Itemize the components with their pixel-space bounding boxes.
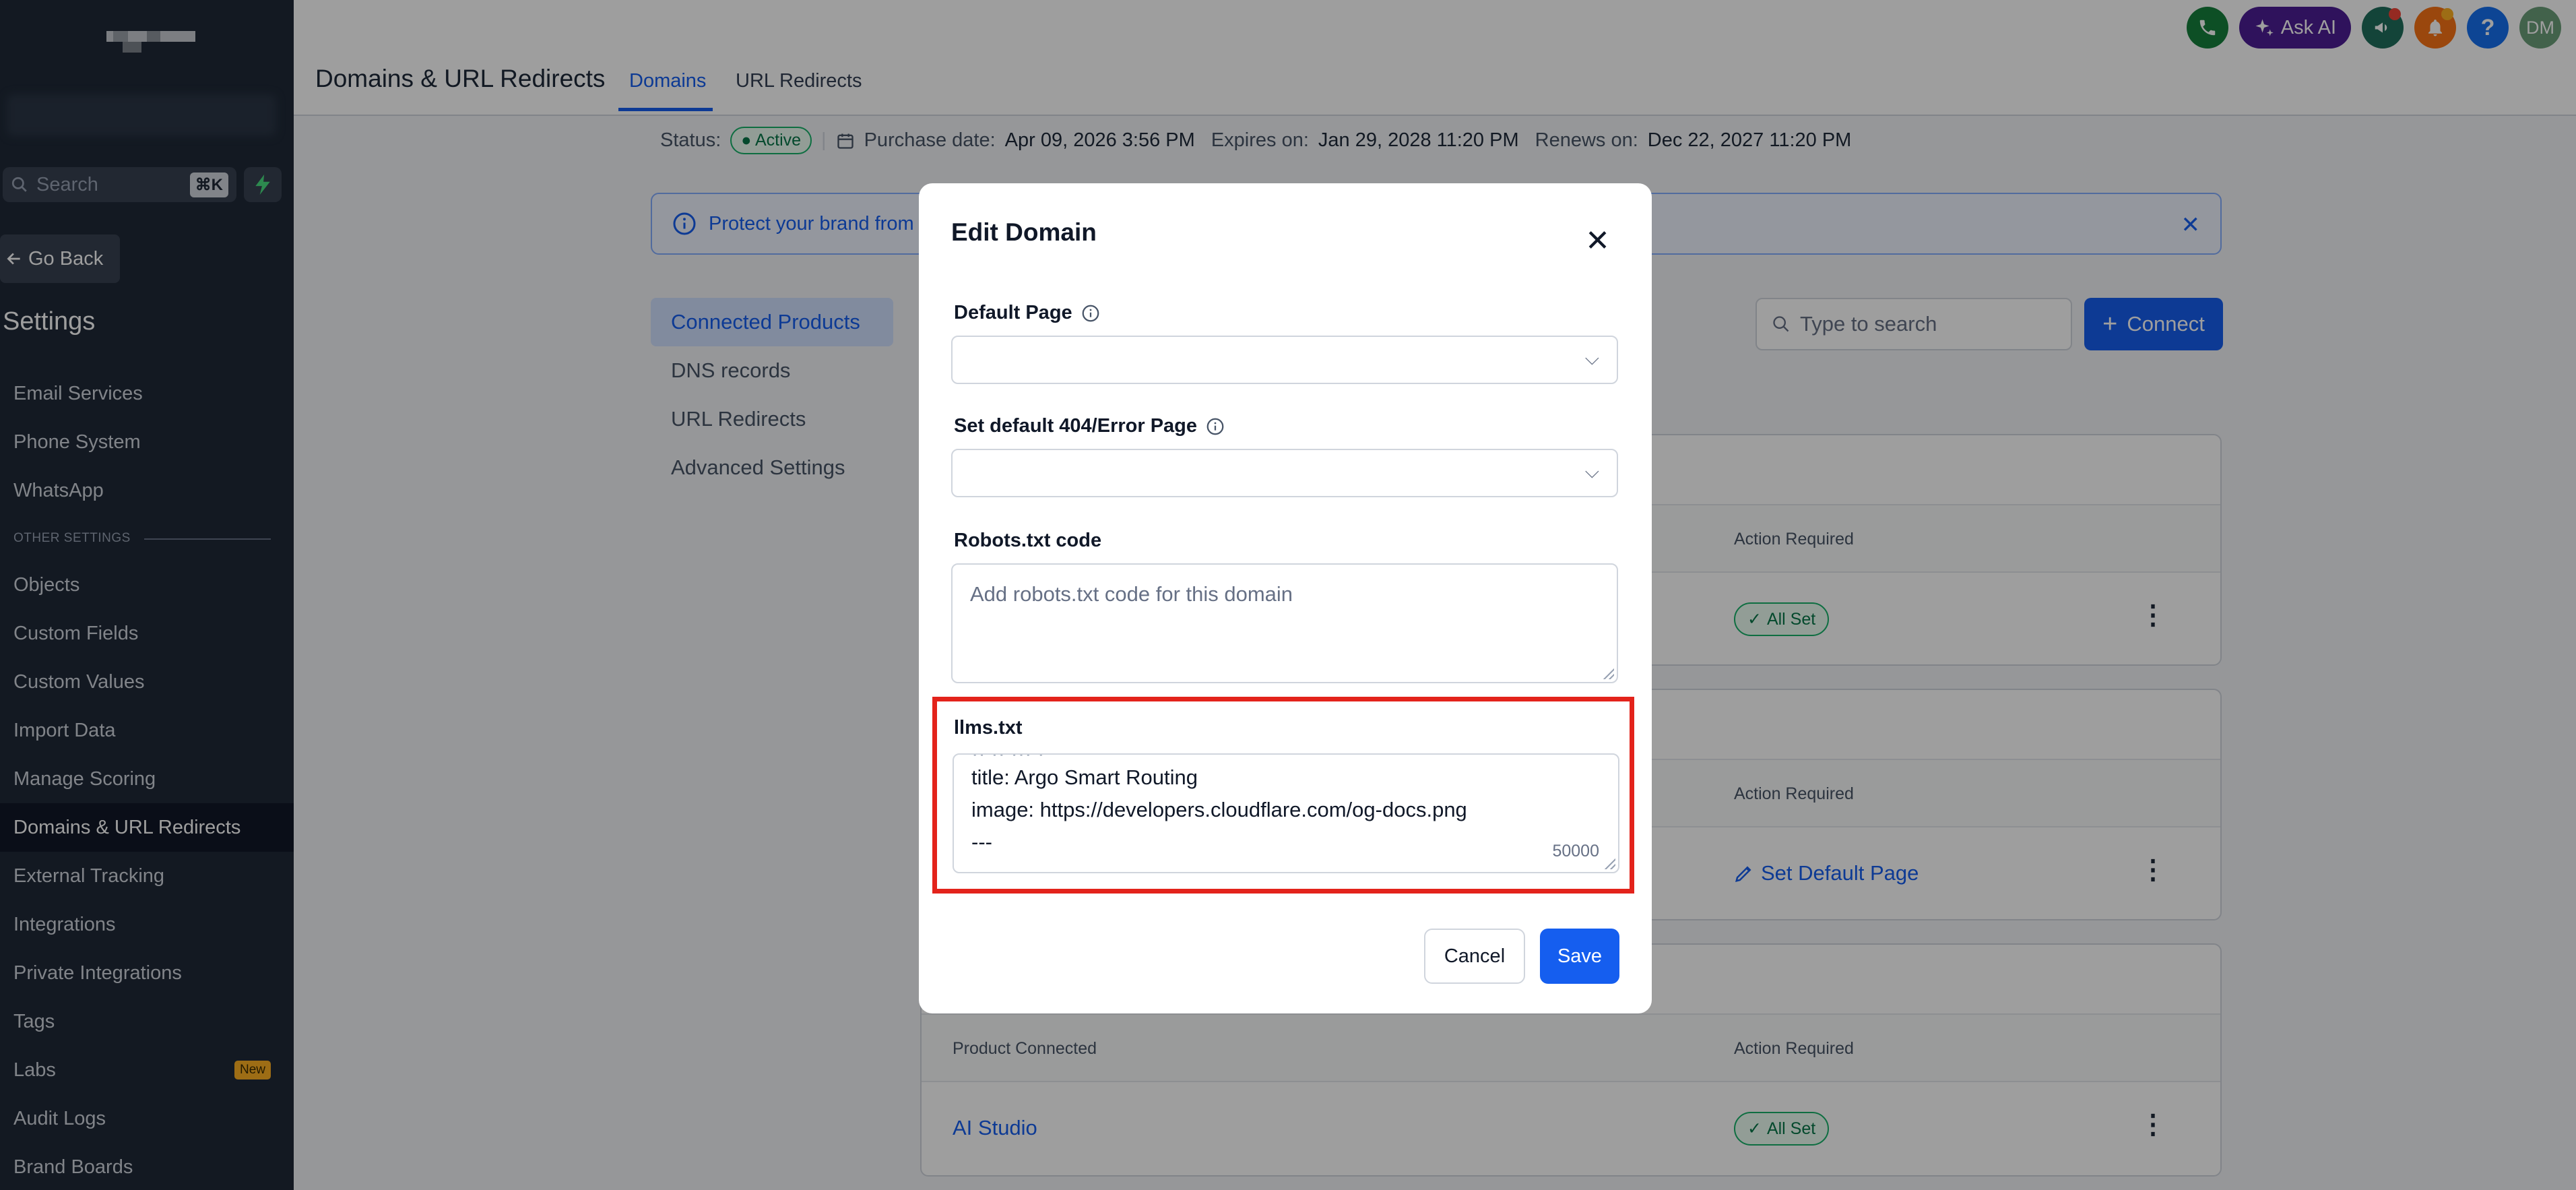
highlight-box xyxy=(932,697,1634,894)
error-page-select[interactable]: ⌵ xyxy=(951,449,1618,497)
info-icon[interactable] xyxy=(1081,303,1101,323)
resize-handle[interactable] xyxy=(1603,668,1614,679)
default-page-label: Default Page xyxy=(954,302,1101,324)
robots-label: Robots.txt code xyxy=(954,530,1102,551)
modal-title: Edit Domain xyxy=(951,218,1097,246)
default-page-label-text: Default Page xyxy=(954,302,1072,323)
chevron-down-icon: ⌵ xyxy=(1584,348,1599,369)
robots-placeholder: Add robots.txt code for this domain xyxy=(970,582,1293,606)
error-page-label-text: Set default 404/Error Page xyxy=(954,415,1198,437)
close-icon[interactable]: ✕ xyxy=(1585,224,1610,258)
chevron-down-icon: ⌵ xyxy=(1584,461,1599,482)
save-button[interactable]: Save xyxy=(1540,929,1619,984)
default-page-select[interactable]: ⌵ xyxy=(951,336,1618,384)
robots-textarea[interactable]: Add robots.txt code for this domain xyxy=(951,563,1618,683)
cancel-button[interactable]: Cancel xyxy=(1424,929,1525,984)
info-icon[interactable] xyxy=(1205,416,1225,437)
error-page-label: Set default 404/Error Page xyxy=(954,415,1225,437)
